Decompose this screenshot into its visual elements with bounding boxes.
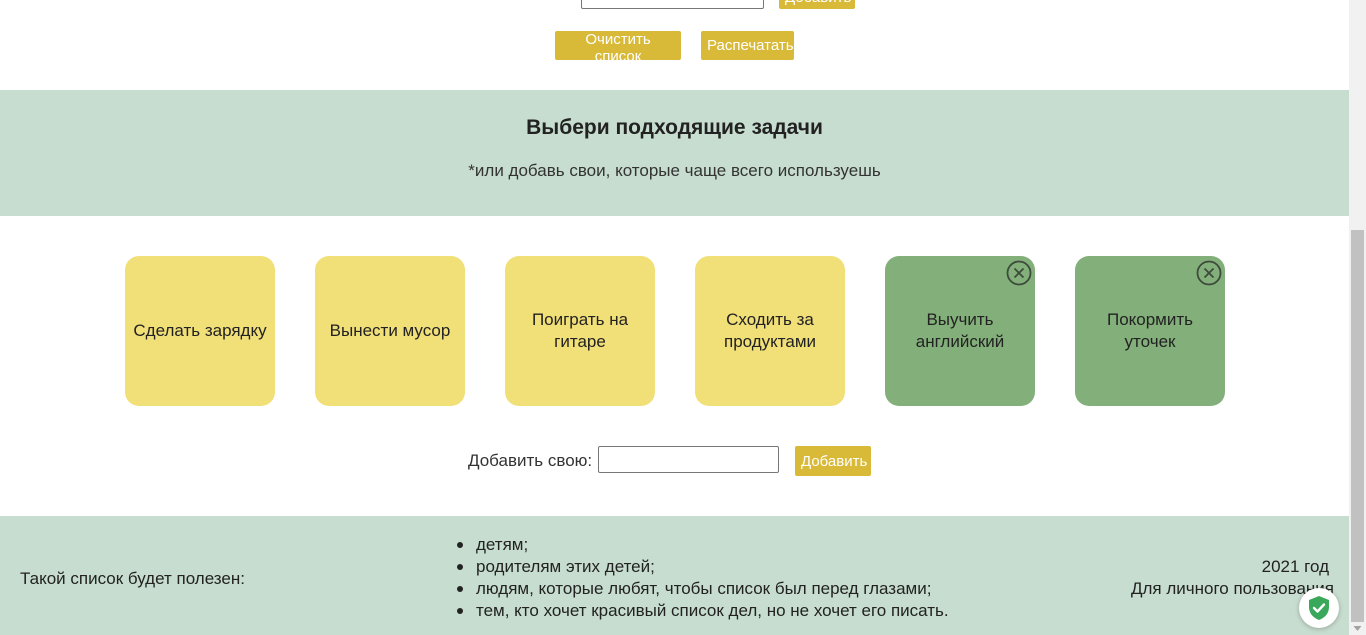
custom-task-card[interactable]: Выучить английский (885, 256, 1035, 406)
print-button[interactable]: Распечатать (701, 31, 794, 60)
task-card-label: Вынести мусор (329, 321, 451, 340)
custom-task-card[interactable]: Покормить уточек (1075, 256, 1225, 406)
scroll-down-arrow-icon[interactable] (1352, 624, 1363, 633)
task-card-label: Выучить английский (915, 310, 1005, 351)
security-badge[interactable] (1299, 588, 1339, 628)
clear-list-button[interactable]: Очистить список (555, 31, 681, 65)
section-title: Выбери подходящие задачи (526, 116, 823, 139)
task-card[interactable]: Сделать зарядку (125, 256, 275, 406)
close-circle-icon[interactable] (1005, 259, 1033, 287)
top-add-button[interactable]: Добавить (779, 0, 855, 9)
list-item: детям; (457, 534, 949, 556)
add-custom-input[interactable] (598, 446, 779, 473)
useful-for-list: детям; родителям этих детей; людям, кото… (457, 534, 949, 622)
list-item: людям, которые любят, чтобы список был п… (457, 578, 949, 600)
task-card-label: Сходить за продуктами (723, 310, 817, 351)
task-cards: Сделать зарядку Вынести мусор Поиграть н… (125, 256, 1225, 406)
close-circle-icon[interactable] (1195, 259, 1223, 287)
top-task-input[interactable] (581, 0, 764, 9)
task-card-label: Сделать зарядку (133, 321, 267, 340)
task-card-label: Покормить уточек (1106, 310, 1194, 351)
section-subtitle: *или добавь свои, которые чаще всего исп… (468, 161, 881, 180)
list-item: родителям этих детей; (457, 556, 949, 578)
scrollbar-thumb[interactable] (1351, 230, 1364, 622)
page: Добавить Очистить список Распечатать Выб… (0, 0, 1349, 635)
list-item: тем, кто хочет красивый список дел, но н… (457, 601, 949, 620)
task-card-label: Поиграть на гитаре (531, 310, 629, 351)
add-custom-label: Добавить свою: (468, 451, 593, 470)
task-card[interactable]: Поиграть на гитаре (505, 256, 655, 406)
copyright-year: 2021 год (1261, 557, 1329, 576)
task-card[interactable]: Сходить за продуктами (695, 256, 845, 406)
useful-for-label: Такой список будет полезен: (20, 569, 245, 588)
footer: Такой список будет полезен: детям; родит… (0, 516, 1349, 635)
shield-check-icon (1309, 596, 1329, 620)
choose-tasks-banner: Выбери подходящие задачи *или добавь сво… (0, 90, 1349, 216)
add-custom-button[interactable]: Добавить (795, 446, 871, 476)
task-card[interactable]: Вынести мусор (315, 256, 465, 406)
